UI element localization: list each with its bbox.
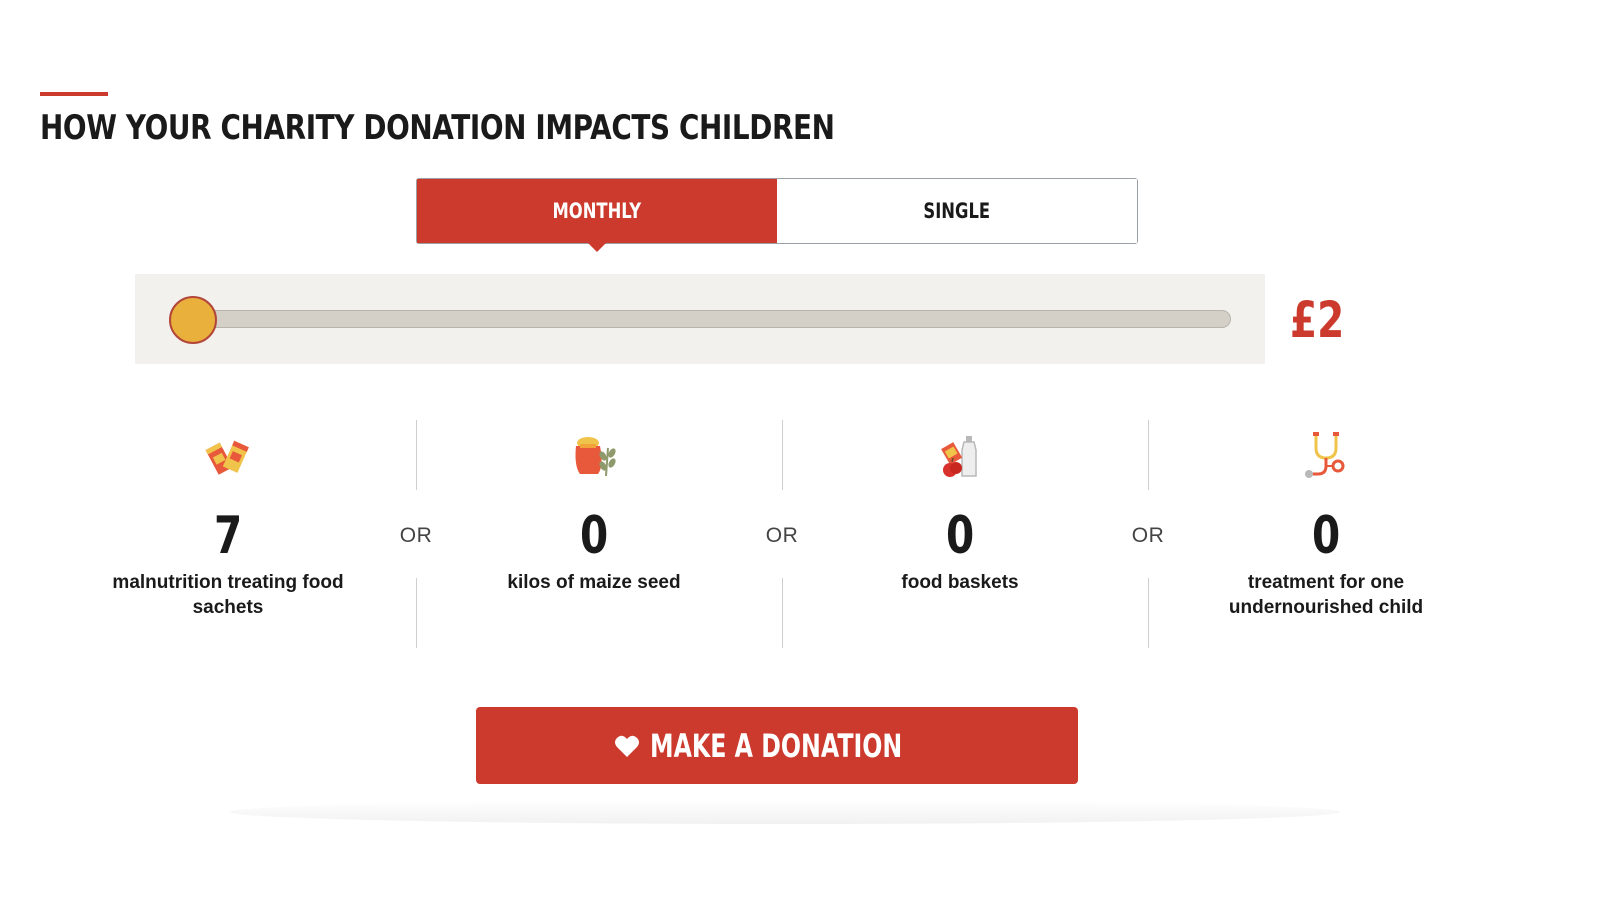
impact-value-food-baskets: 0 — [945, 506, 975, 566]
column-divider — [1148, 420, 1149, 490]
make-donation-label: MAKE A DONATION — [650, 726, 903, 765]
amount-slider-thumb[interactable] — [169, 296, 217, 344]
impact-item-treatment: 0 treatment for one undernourished child — [1176, 420, 1476, 620]
impact-value-food-sachets: 7 — [213, 506, 243, 566]
or-separator: OR — [1131, 524, 1165, 547]
impact-description-food-sachets: malnutrition treating food sachets — [112, 572, 344, 618]
amount-slider-panel — [135, 274, 1265, 364]
tab-single-label: SINGLE — [923, 199, 991, 223]
column-divider — [416, 420, 417, 490]
section-bottom-shadow — [230, 800, 1340, 824]
tab-monthly-label: MONTHLY — [552, 199, 642, 223]
impact-item-food-sachets: 7 malnutrition treating food sachets — [78, 420, 378, 620]
maize-seed-icon — [444, 420, 744, 482]
column-divider — [782, 578, 783, 648]
tab-single[interactable]: SINGLE — [777, 179, 1137, 243]
stethoscope-icon — [1176, 420, 1476, 482]
heart-icon — [615, 735, 639, 757]
impact-description-maize-seed: kilos of maize seed — [507, 572, 681, 593]
impact-description-food-baskets: food baskets — [901, 572, 1019, 593]
impact-description-treatment: treatment for one undernourished child — [1228, 572, 1424, 618]
column-divider — [1148, 578, 1149, 648]
frequency-tabs: MONTHLY SINGLE — [416, 178, 1138, 252]
or-separator: OR — [399, 524, 433, 547]
or-separator: OR — [765, 524, 799, 547]
tab-monthly[interactable]: MONTHLY — [417, 179, 777, 252]
page-title: HOW YOUR CHARITY DONATION IMPACTS CHILDR… — [40, 108, 835, 148]
impact-item-maize-seed: 0 kilos of maize seed — [444, 420, 744, 595]
column-divider — [782, 420, 783, 490]
impact-value-maize-seed: 0 — [579, 506, 609, 566]
amount-slider-track[interactable] — [185, 310, 1231, 328]
active-tab-pointer — [588, 243, 606, 252]
impact-item-food-baskets: 0 food baskets — [810, 420, 1110, 595]
impact-value-treatment: 0 — [1311, 506, 1341, 566]
food-basket-icon — [810, 420, 1110, 482]
column-divider — [416, 578, 417, 648]
food-sachets-icon — [78, 420, 378, 482]
donation-amount: £2 — [1290, 291, 1345, 349]
make-donation-button[interactable]: MAKE A DONATION — [476, 707, 1078, 784]
title-accent-bar — [40, 92, 108, 96]
